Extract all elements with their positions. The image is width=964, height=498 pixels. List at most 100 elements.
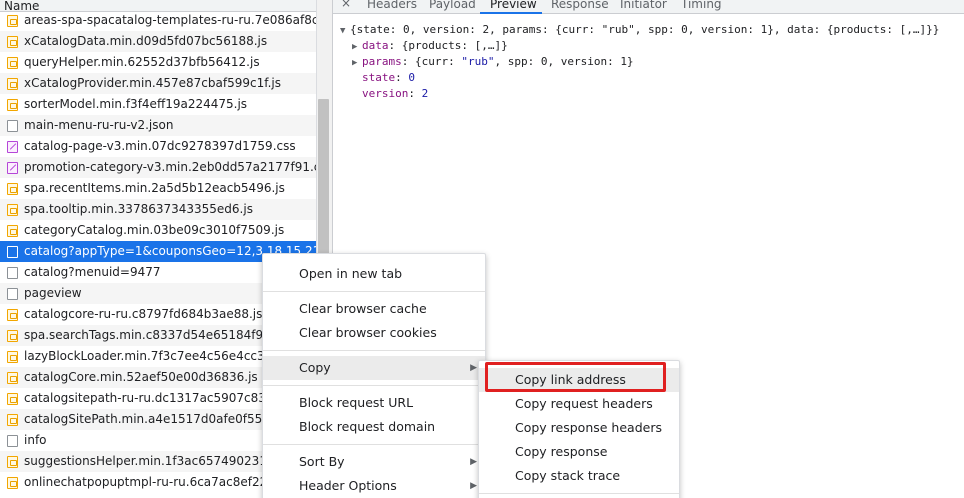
tab-headers[interactable]: Headers: [367, 0, 417, 12]
request-name: pageview: [24, 286, 82, 300]
menu-clear-browser-cache[interactable]: Clear browser cache: [263, 297, 485, 321]
js-file-icon: [7, 351, 18, 363]
document-icon: [7, 435, 18, 447]
json-version-line: version: 2: [340, 86, 939, 102]
request-row[interactable]: categoryCatalog.min.03be09c3010f7509.js: [0, 220, 316, 241]
active-tab-indicator: [480, 12, 542, 14]
submenu-arrow-icon: ▶: [470, 457, 477, 467]
json-data-value: {products: [,…]}: [401, 39, 508, 52]
document-icon: [7, 246, 18, 258]
request-row[interactable]: spa.tooltip.min.3378637343355ed6.js: [0, 199, 316, 220]
js-file-icon: [7, 78, 18, 90]
document-icon: [7, 288, 18, 300]
js-file-icon: [7, 15, 18, 27]
request-name: sorterModel.min.f3f4eff19a224475.js: [24, 97, 248, 111]
json-params-line[interactable]: ▶ params: {curr: "rub", spp: 0, version: …: [340, 54, 939, 70]
json-colon: :: [401, 55, 415, 68]
submenu-arrow-icon: ▶: [470, 481, 477, 491]
css-file-icon: [7, 162, 18, 174]
document-icon: [7, 267, 18, 279]
tab-response[interactable]: Response: [551, 0, 609, 12]
menu-separator: [479, 493, 679, 494]
request-name: catalog?menuid=9477: [24, 265, 161, 279]
json-key-params: params: [362, 55, 402, 68]
request-name: suggestionsHelper.min.1f3ac657490231cf.j…: [24, 454, 291, 468]
json-params-pre: {curr:: [415, 55, 462, 68]
name-column-header[interactable]: Name: [0, 0, 316, 12]
request-row[interactable]: spa.recentItems.min.2a5d5b12eacb5496.js: [0, 178, 316, 199]
menu-open-in-new-tab[interactable]: Open in new tab: [263, 262, 485, 286]
menu-block-request-domain[interactable]: Block request domain: [263, 415, 485, 439]
tab-preview[interactable]: Preview: [490, 0, 537, 12]
menu-separator: [263, 291, 485, 292]
highlight-annotation-box: [485, 362, 666, 392]
js-file-icon: [7, 225, 18, 237]
css-file-icon: [7, 141, 18, 153]
menu-copy-label: Copy: [299, 360, 331, 375]
json-colon: :: [388, 39, 402, 52]
document-icon: [7, 120, 18, 132]
menu-separator: [263, 385, 485, 386]
menu-header-options[interactable]: Header Options ▶: [263, 474, 485, 498]
tab-initiator[interactable]: Initiator: [620, 0, 667, 12]
menu-copy-request-headers[interactable]: Copy request headers: [479, 392, 679, 416]
request-row[interactable]: xCatalogData.min.d09d5fd07bc56188.js: [0, 31, 316, 52]
request-row[interactable]: promotion-category-v3.min.2eb0dd57a2177f…: [0, 157, 316, 178]
json-params-curr: "rub": [461, 55, 495, 68]
menu-separator: [263, 444, 485, 445]
close-icon[interactable]: ×: [341, 0, 351, 10]
menu-sort-by[interactable]: Sort By ▶: [263, 450, 485, 474]
js-file-icon: [7, 57, 18, 69]
request-name: areas-spa-spacatalog-templates-ru-ru.7e0…: [24, 13, 316, 27]
menu-separator: [263, 350, 485, 351]
request-name: catalogCore.min.52aef50e00d36836.js: [24, 370, 258, 384]
request-name: catalogcore-ru-ru.c8797fd684b3ae88.json: [24, 307, 278, 321]
menu-header-options-label: Header Options: [299, 478, 397, 493]
json-key-state: state: [362, 71, 396, 84]
json-state-value: 0: [408, 71, 415, 84]
menu-block-request-url[interactable]: Block request URL: [263, 391, 485, 415]
menu-clear-browser-cookies[interactable]: Clear browser cookies: [263, 321, 485, 345]
json-version-value: 2: [421, 87, 429, 100]
json-key-data: data: [362, 39, 389, 52]
collapsed-triangle-icon[interactable]: ▶: [352, 55, 362, 71]
request-row[interactable]: areas-spa-spacatalog-templates-ru-ru.7e0…: [0, 10, 316, 31]
menu-copy-response-headers[interactable]: Copy response headers: [479, 416, 679, 440]
request-name: catalogsitepath-ru-ru.dc1317ac5907c83b.j…: [24, 391, 302, 405]
request-name: promotion-category-v3.min.2eb0dd57a2177f…: [24, 160, 316, 174]
request-name: categoryCatalog.min.03be09c3010f7509.js: [24, 223, 285, 237]
request-name: onlinechatpopuptmpl-ru-ru.6ca7ac8ef220a6…: [24, 475, 295, 489]
submenu-arrow-icon: ▶: [470, 363, 477, 373]
json-state-line: state: 0: [340, 70, 939, 86]
tab-payload[interactable]: Payload: [429, 0, 476, 12]
expanded-triangle-icon[interactable]: ▼: [340, 23, 350, 39]
request-name: lazyBlockLoader.min.7f3c7ee4c56e4cc3.js: [24, 349, 279, 363]
js-file-icon: [7, 99, 18, 111]
request-row[interactable]: catalog-page-v3.min.07dc9278397d1759.css: [0, 136, 316, 157]
js-file-icon: [7, 393, 18, 405]
json-params-post: , spp: 0, version: 1}: [494, 55, 634, 68]
request-row[interactable]: sorterModel.min.f3f4eff19a224475.js: [0, 94, 316, 115]
js-file-icon: [7, 414, 18, 426]
request-name: info: [24, 433, 47, 447]
request-name: catalogSitePath.min.a4e1517d0afe0f55.js: [24, 412, 276, 426]
request-name: xCatalogProvider.min.457e87cbaf599c1f.js: [24, 76, 281, 90]
menu-sort-by-label: Sort By: [299, 454, 345, 469]
collapsed-triangle-icon[interactable]: ▶: [352, 39, 362, 55]
request-row[interactable]: main-menu-ru-ru-v2.json: [0, 115, 316, 136]
request-name: spa.searchTags.min.c8337d54e65184f9.js: [24, 328, 277, 342]
js-file-icon: [7, 456, 18, 468]
json-root-line[interactable]: ▼ {state: 0, version: 2, params: {curr: "…: [340, 22, 939, 38]
json-key-version: version: [362, 87, 409, 100]
request-row[interactable]: xCatalogProvider.min.457e87cbaf599c1f.js: [0, 73, 316, 94]
json-data-line[interactable]: ▶ data: {products: [,…]}: [340, 38, 939, 54]
tab-timing[interactable]: Timing: [681, 0, 722, 12]
menu-copy-response[interactable]: Copy response: [479, 440, 679, 464]
request-row[interactable]: queryHelper.min.62552d37bfb56412.js: [0, 52, 316, 73]
menu-copy[interactable]: Copy ▶: [263, 356, 485, 380]
json-root-summary: {state: 0, version: 2, params: {curr: "r…: [350, 23, 940, 36]
request-name: queryHelper.min.62552d37bfb56412.js: [24, 55, 260, 69]
detail-tabbar: × Headers Payload Preview Response Initi…: [333, 0, 964, 14]
menu-copy-stack-trace[interactable]: Copy stack trace: [479, 464, 679, 488]
js-file-icon: [7, 372, 18, 384]
